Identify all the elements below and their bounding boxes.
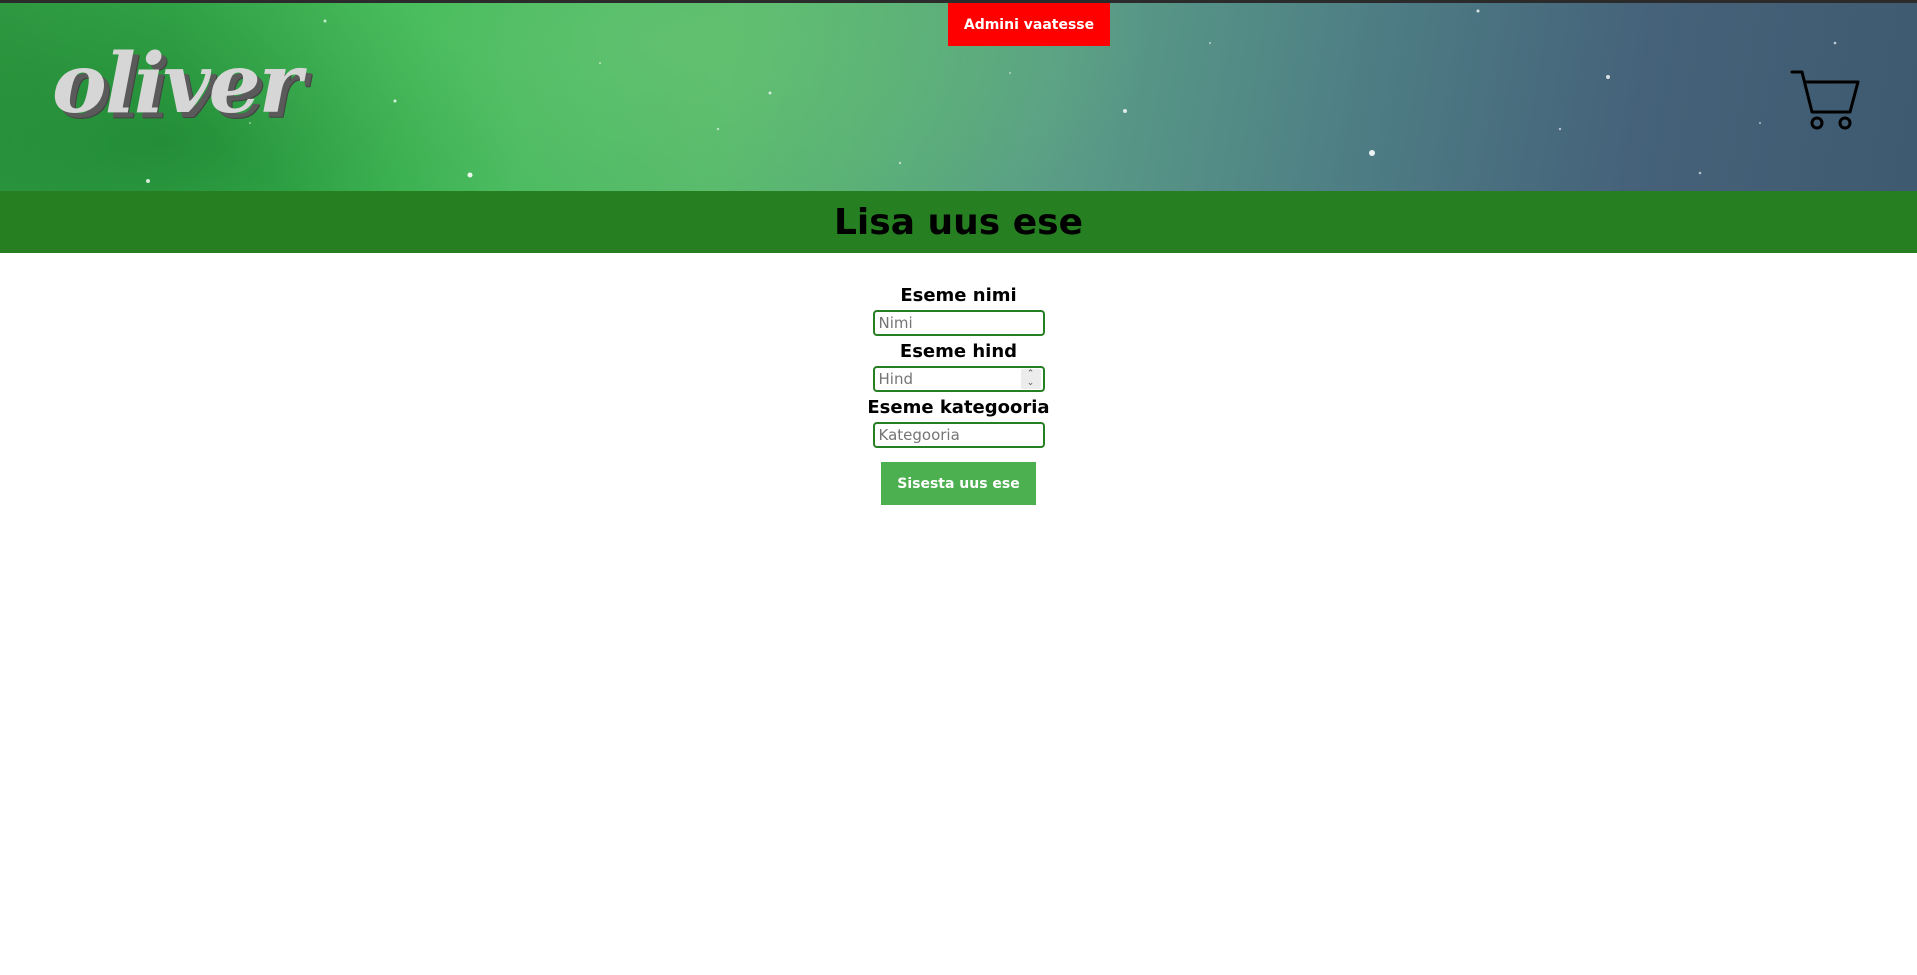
item-name-label: Eseme nimi (900, 284, 1017, 306)
title-band: Lisa uus ese (0, 191, 1917, 253)
admin-view-button[interactable]: Admini vaatesse (948, 3, 1110, 46)
item-price-field: ⌃ ⌄ (872, 366, 1045, 392)
item-name-input[interactable] (872, 310, 1045, 336)
item-category-input[interactable] (872, 422, 1045, 448)
chevron-down-icon[interactable]: ⌄ (1027, 379, 1035, 388)
submit-item-button[interactable]: Sisesta uus ese (881, 462, 1036, 505)
page-title: Lisa uus ese (833, 201, 1083, 243)
item-price-label: Eseme hind (899, 340, 1018, 362)
shopping-cart-icon[interactable] (1790, 68, 1860, 132)
price-stepper[interactable]: ⌃ ⌄ (1020, 369, 1041, 389)
item-price-input[interactable] (872, 366, 1045, 392)
add-item-form: Eseme nimi Eseme hind ⌃ ⌄ Eseme kategoor… (0, 280, 1917, 505)
brand-logo[interactable]: oliver (52, 43, 302, 125)
item-category-label: Eseme kategooria (867, 396, 1050, 418)
